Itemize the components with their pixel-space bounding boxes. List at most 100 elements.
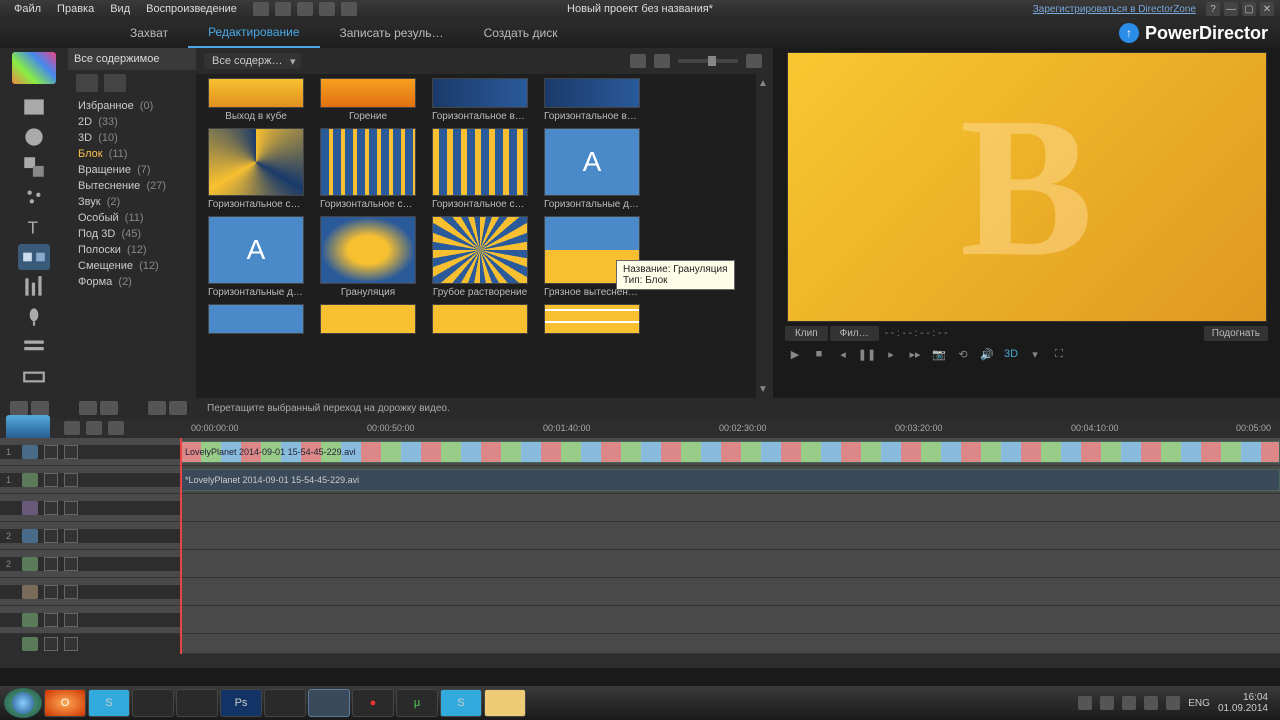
- video-track-icon[interactable]: [22, 529, 38, 543]
- transition-thumb[interactable]: [318, 304, 418, 334]
- apply-pip-icon[interactable]: [79, 401, 97, 415]
- play-icon[interactable]: ▶: [787, 347, 803, 361]
- fullscreen-icon[interactable]: ⛶: [1051, 347, 1067, 361]
- track-lock-toggle[interactable]: [64, 613, 78, 627]
- task-skype[interactable]: S: [88, 689, 130, 717]
- maximize-icon[interactable]: ▢: [1242, 2, 1256, 16]
- pip-room-icon[interactable]: [18, 154, 50, 180]
- volume-icon[interactable]: 🔊: [979, 347, 995, 361]
- title-room-icon[interactable]: T: [18, 214, 50, 240]
- cat-item-favorites[interactable]: Избранное (0): [72, 98, 192, 114]
- toolbar-aspect-icon[interactable]: [319, 2, 335, 16]
- 3d-toggle[interactable]: 3D: [1003, 347, 1019, 361]
- track-lock-toggle[interactable]: [64, 473, 78, 487]
- tl-tool-icon[interactable]: [108, 421, 124, 435]
- cat-item-block[interactable]: Блок (11): [72, 146, 192, 162]
- toolbar-save-icon[interactable]: [253, 2, 269, 16]
- toolbar-redo-icon[interactable]: [297, 2, 313, 16]
- snapshot-icon[interactable]: 📷: [931, 347, 947, 361]
- menu-edit[interactable]: Правка: [49, 3, 102, 15]
- next-frame-icon[interactable]: ▸: [883, 347, 899, 361]
- voice-track-icon[interactable]: [22, 613, 38, 627]
- audio-track-icon[interactable]: [22, 473, 38, 487]
- transition-thumb[interactable]: AГоризонтальные до…: [206, 216, 306, 298]
- fit-button[interactable]: Подогнать: [1204, 326, 1268, 341]
- tab-produce[interactable]: Записать резуль…: [320, 18, 464, 48]
- task-opera[interactable]: O: [44, 689, 86, 717]
- scroll-down-icon[interactable]: ▼: [756, 382, 770, 396]
- help-icon[interactable]: ?: [1206, 2, 1220, 16]
- thumb-zoom-slider[interactable]: [678, 59, 738, 63]
- transition-thumb[interactable]: Горизонтальное вр…: [542, 78, 642, 122]
- task-powerdirector[interactable]: [308, 689, 350, 717]
- cat-item-3d[interactable]: 3D (10): [72, 130, 192, 146]
- tl-tool-icon[interactable]: [86, 421, 102, 435]
- tray-icon[interactable]: [1122, 696, 1136, 710]
- track-lock-toggle[interactable]: [64, 529, 78, 543]
- audio-mixing-icon[interactable]: [18, 274, 50, 300]
- transition-thumb[interactable]: [430, 304, 530, 334]
- task-explorer[interactable]: [484, 689, 526, 717]
- subtitle-room-icon[interactable]: [18, 364, 50, 390]
- track-visible-toggle[interactable]: [44, 613, 58, 627]
- chapter-room-icon[interactable]: [18, 334, 50, 360]
- media-room-icon[interactable]: [18, 94, 50, 120]
- prev-frame-icon[interactable]: ◂: [835, 347, 851, 361]
- cat-item-sound[interactable]: Звук (2): [72, 194, 192, 210]
- apply-audio-icon[interactable]: [148, 401, 166, 415]
- cat-item-under3d[interactable]: Под 3D (45): [72, 226, 192, 242]
- task-app[interactable]: [264, 689, 306, 717]
- task-photoshop[interactable]: Ps: [220, 689, 262, 717]
- transition-thumb[interactable]: [542, 304, 642, 334]
- transition-thumb[interactable]: Горизонтальное ск…: [206, 128, 306, 210]
- track-lock-toggle[interactable]: [64, 557, 78, 571]
- tray-icon[interactable]: [1100, 696, 1114, 710]
- title-track-icon[interactable]: [22, 585, 38, 599]
- effects-room-icon[interactable]: [18, 124, 50, 150]
- apply-audio-alt-icon[interactable]: [169, 401, 187, 415]
- folder-dim-icon[interactable]: [104, 74, 126, 92]
- tab-capture[interactable]: Захват: [110, 18, 188, 48]
- track-visible-toggle[interactable]: [44, 585, 58, 599]
- minimize-icon[interactable]: —: [1224, 2, 1238, 16]
- stop-icon[interactable]: ■: [811, 347, 827, 361]
- track-visible-toggle[interactable]: [44, 529, 58, 543]
- transition-thumb[interactable]: AГоризонтальные до…: [542, 128, 642, 210]
- tab-edit[interactable]: Редактирование: [188, 18, 319, 48]
- track-visible-toggle[interactable]: [44, 637, 58, 651]
- filter-dropdown[interactable]: Все содерж…: [204, 53, 301, 69]
- video-clip[interactable]: LovelyPlanet 2014-09-01 15-54-45-229.avi: [180, 441, 1280, 463]
- transition-thumb[interactable]: [206, 304, 306, 334]
- tray-lang[interactable]: ENG: [1188, 698, 1210, 709]
- menu-file[interactable]: Файл: [6, 3, 49, 15]
- track-lock-toggle[interactable]: [64, 585, 78, 599]
- tray-volume-icon[interactable]: [1166, 696, 1180, 710]
- transition-thumb[interactable]: Горение: [318, 78, 418, 122]
- playhead[interactable]: [180, 438, 182, 654]
- transition-room-icon[interactable]: [18, 244, 50, 270]
- preview-tab-clip[interactable]: Клип: [785, 326, 828, 341]
- audio-track-icon[interactable]: [22, 557, 38, 571]
- scroll-up-icon[interactable]: ▲: [756, 76, 770, 90]
- toolbar-undo-icon[interactable]: [275, 2, 291, 16]
- music-track-icon[interactable]: [22, 637, 38, 651]
- track-visible-toggle[interactable]: [44, 557, 58, 571]
- task-app[interactable]: [176, 689, 218, 717]
- cat-item-offset[interactable]: Смещение (12): [72, 258, 192, 274]
- apply-video-alt-icon[interactable]: [31, 401, 49, 415]
- audio-clip[interactable]: *LovelyPlanet 2014-09-01 15-54-45-229.av…: [180, 469, 1280, 491]
- fx-track-icon[interactable]: [22, 501, 38, 515]
- tl-tool-icon[interactable]: [64, 421, 80, 435]
- track-visible-toggle[interactable]: [44, 501, 58, 515]
- voice-over-icon[interactable]: [18, 304, 50, 330]
- 3d-dropdown-icon[interactable]: ▾: [1027, 347, 1043, 361]
- transition-thumb[interactable]: Грубое растворение: [430, 216, 530, 298]
- fast-forward-icon[interactable]: ▸▸: [907, 347, 923, 361]
- transition-thumb[interactable]: Горизонтальное вр…: [430, 78, 530, 122]
- task-record[interactable]: ●: [352, 689, 394, 717]
- menu-view[interactable]: Вид: [102, 3, 138, 15]
- start-button[interactable]: [4, 688, 42, 718]
- cat-item-2d[interactable]: 2D (33): [72, 114, 192, 130]
- large-thumb-icon[interactable]: [746, 54, 762, 68]
- menu-playback[interactable]: Воспроизведение: [138, 3, 245, 15]
